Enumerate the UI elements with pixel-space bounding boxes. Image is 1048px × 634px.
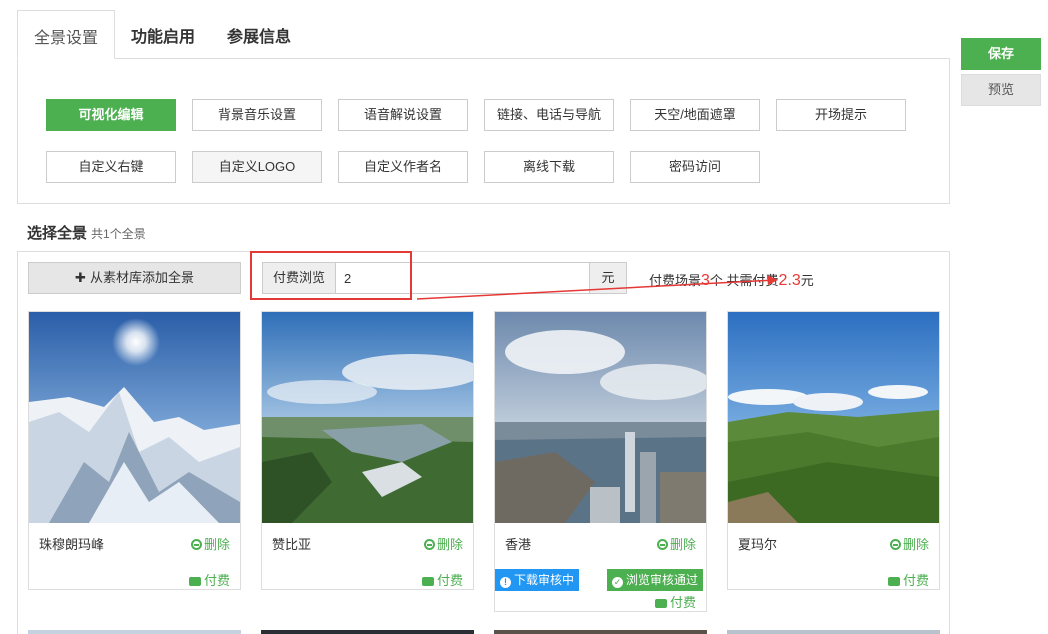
wallet-icon <box>188 577 201 586</box>
pay-button[interactable]: 付费 <box>887 570 929 589</box>
panorama-thumbnail[interactable] <box>495 312 706 523</box>
next-row-thumbnail <box>28 630 241 634</box>
section-count: 共1个全景 <box>91 227 146 241</box>
delete-button[interactable]: 删除 <box>889 534 929 553</box>
section-title: 选择全景 共1个全景 <box>27 222 146 243</box>
pay-label: 付费浏览 <box>262 262 337 294</box>
wallet-icon <box>887 577 900 586</box>
password-access-button[interactable]: 密码访问 <box>630 151 760 183</box>
preview-button[interactable]: 预览 <box>961 74 1041 106</box>
summary-prefix: 付费场景 <box>649 273 702 288</box>
download-review-badge: ! 下载审核中 <box>495 569 580 591</box>
pay-unit: 元 <box>589 262 628 294</box>
pay-button[interactable]: 付费 <box>421 570 463 589</box>
delete-button[interactable]: 删除 <box>656 534 696 553</box>
plus-icon: ✚ <box>75 270 86 285</box>
summary-suffix: 元 <box>800 273 814 288</box>
remove-icon <box>656 539 668 550</box>
add-panorama-button[interactable]: ✚ 从素材库添加全景 <box>28 262 241 294</box>
next-row-thumbnail <box>494 630 707 634</box>
voice-narration-button[interactable]: 语音解说设置 <box>338 99 468 131</box>
next-row-thumbnail <box>261 630 474 634</box>
save-button[interactable]: 保存 <box>961 38 1041 70</box>
feature-panel: 可视化编辑 背景音乐设置 语音解说设置 链接、电话与导航 天空/地面遮罩 开场提… <box>17 58 950 204</box>
badge-label: 浏览审核通过 <box>626 573 699 587</box>
panorama-thumbnail[interactable] <box>29 312 240 523</box>
pay-button[interactable]: 付费 <box>188 570 230 589</box>
panorama-name: 夏玛尔 <box>738 537 778 552</box>
remove-icon <box>423 539 435 550</box>
delete-label: 删除 <box>203 537 230 552</box>
offline-download-button[interactable]: 离线下载 <box>484 151 614 183</box>
panorama-card[interactable]: 珠穆朗玛峰 删除 付费 <box>28 311 241 590</box>
pay-label: 付费 <box>902 573 929 588</box>
panorama-name: 珠穆朗玛峰 <box>39 537 105 552</box>
visual-edit-button[interactable]: 可视化编辑 <box>46 99 176 131</box>
panorama-name: 赞比亚 <box>272 537 312 552</box>
custom-right-click-button[interactable]: 自定义右键 <box>46 151 176 183</box>
link-phone-nav-button[interactable]: 链接、电话与导航 <box>484 99 614 131</box>
panorama-card[interactable]: 香港 删除 ! 下载审核中 ✓ 浏览审核通过 付费 <box>494 311 707 612</box>
tab-panorama-settings[interactable]: 全景设置 <box>17 10 116 59</box>
opening-tip-button[interactable]: 开场提示 <box>776 99 906 131</box>
tab-feature-enable[interactable]: 功能启用 <box>115 10 211 59</box>
remove-icon <box>889 539 901 550</box>
pay-button[interactable]: 付费 <box>654 592 696 611</box>
delete-label: 删除 <box>669 537 696 552</box>
remove-icon <box>190 539 202 550</box>
section-title-text: 选择全景 <box>27 225 88 242</box>
exclamation-icon: ! <box>500 577 511 588</box>
summary-middle: 个 共需付费 <box>709 273 779 288</box>
delete-label: 删除 <box>436 537 463 552</box>
wallet-icon <box>421 577 434 586</box>
custom-logo-button[interactable]: 自定义LOGO <box>192 151 322 183</box>
next-row-thumbnail <box>727 630 940 634</box>
sky-ground-mask-button[interactable]: 天空/地面遮罩 <box>630 99 760 131</box>
pay-label: 付费 <box>669 595 696 610</box>
pay-input-group: 付费浏览 元 <box>262 262 628 294</box>
panorama-card[interactable]: 夏玛尔 删除 付费 <box>727 311 940 590</box>
panorama-card[interactable]: 赞比亚 删除 付费 <box>261 311 474 590</box>
pay-summary: 付费场景3个 共需付费2.3元 <box>649 270 814 290</box>
summary-scene-count: 3 <box>701 272 710 289</box>
panorama-thumbnail[interactable] <box>728 312 939 523</box>
tab-bar: 全景设置 功能启用 参展信息 <box>17 10 307 59</box>
badge-label: 下载审核中 <box>514 573 575 587</box>
delete-button[interactable]: 删除 <box>423 534 463 553</box>
tab-exhibit-info[interactable]: 参展信息 <box>211 10 307 59</box>
delete-button[interactable]: 删除 <box>190 534 230 553</box>
pay-label: 付费 <box>436 573 463 588</box>
wallet-icon <box>654 599 667 608</box>
summary-amount: 2.3 <box>778 272 801 289</box>
custom-author-button[interactable]: 自定义作者名 <box>338 151 468 183</box>
panorama-thumbnail[interactable] <box>262 312 473 523</box>
panorama-name: 香港 <box>505 537 532 552</box>
add-panorama-label: 从素材库添加全景 <box>89 270 194 285</box>
pay-label: 付费 <box>203 573 230 588</box>
browse-approved-badge: ✓ 浏览审核通过 <box>607 569 704 591</box>
check-icon: ✓ <box>612 577 623 588</box>
bg-music-button[interactable]: 背景音乐设置 <box>192 99 322 131</box>
delete-label: 删除 <box>902 537 929 552</box>
pay-amount-input[interactable] <box>336 262 590 294</box>
